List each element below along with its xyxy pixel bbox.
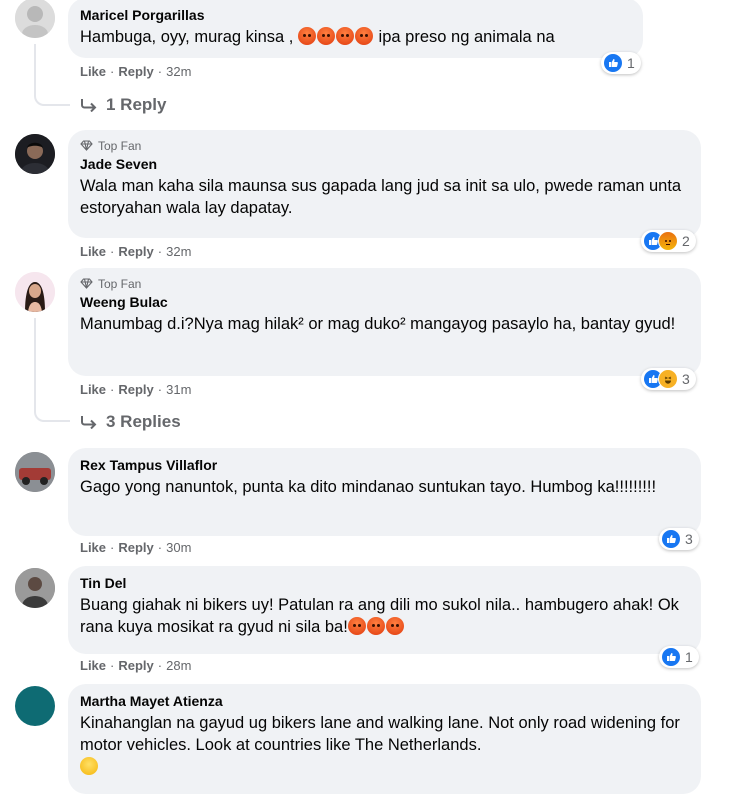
comment-text-after: ipa preso ng animala na <box>373 28 555 46</box>
thread-line <box>34 318 36 408</box>
top-fan-badge: Top Fan <box>80 276 689 291</box>
diamond-icon <box>80 278 93 289</box>
comment-bubble: Tin Del Buang giahak ni bikers uy! Patul… <box>68 566 701 654</box>
reply-button[interactable]: Reply <box>118 382 153 397</box>
like-button[interactable]: Like <box>80 244 106 259</box>
thread-curve <box>34 90 70 106</box>
angry-emoji-icon <box>348 617 367 635</box>
angry-emoji-icon <box>367 617 386 635</box>
top-fan-label: Top Fan <box>98 138 142 153</box>
like-button[interactable]: Like <box>80 382 106 397</box>
timestamp[interactable]: 32m <box>166 244 191 259</box>
comment-bubble: Martha Mayet Atienza Kinahanglan na gayu… <box>68 684 701 794</box>
angry-emoji-icon <box>355 27 374 45</box>
reply-arrow-icon <box>81 416 97 429</box>
angry-emoji-icon <box>317 27 336 45</box>
wink-emoji-icon <box>80 757 98 775</box>
comment-actions: Like · Reply · 31m <box>80 382 191 397</box>
angry-emoji-icon <box>386 617 405 635</box>
view-replies-link[interactable]: 3 Replies <box>80 412 181 432</box>
comment-text: Buang giahak ni bikers uy! Patulan ra an… <box>80 594 689 638</box>
view-replies-link[interactable]: 1 Reply <box>80 95 166 115</box>
avatar[interactable] <box>15 452 55 492</box>
comment-bubble: Maricel Porgarillas Hambuga, oyy, murag … <box>68 0 643 58</box>
comment-bubble: Top Fan Jade Seven Wala man kaha sila ma… <box>68 130 701 238</box>
comment-text: Gago yong nanuntok, punta ka dito mindan… <box>80 478 657 496</box>
comment-author[interactable]: Weeng Bulac <box>80 293 689 311</box>
comment-text: Hambuga, oyy, murag kinsa , ipa preso ng… <box>80 26 631 48</box>
diamond-icon <box>80 140 93 151</box>
reaction-summary[interactable]: 3 <box>659 528 699 550</box>
separator: · <box>110 658 115 673</box>
angry-reaction-icon <box>658 231 678 251</box>
avatar[interactable] <box>15 272 55 312</box>
reply-arrow-icon <box>81 99 97 112</box>
comment-author[interactable]: Tin Del <box>80 574 689 592</box>
comment-text-before: Hambuga, oyy, murag kinsa , <box>80 28 294 46</box>
like-reaction-icon <box>661 647 681 667</box>
timestamp[interactable]: 28m <box>166 658 191 673</box>
comment-text: Wala man kaha sila maunsa sus gapada lan… <box>80 177 682 217</box>
separator: · <box>157 658 163 673</box>
timestamp[interactable]: 32m <box>166 64 191 79</box>
thread-curve <box>34 406 70 422</box>
timestamp[interactable]: 30m <box>166 540 191 555</box>
comment-text: Kinahanglan na gayud ug bikers lane and … <box>80 712 689 778</box>
angry-emoji-icon <box>336 27 355 45</box>
separator: · <box>110 244 115 259</box>
thread-line <box>34 44 36 90</box>
comment-actions: Like · Reply · 32m <box>80 244 191 259</box>
reply-button[interactable]: Reply <box>118 658 153 673</box>
reaction-summary[interactable]: 2 <box>641 230 696 252</box>
reaction-count: 2 <box>682 233 690 249</box>
comment-author[interactable]: Rex Tampus Villaflor <box>80 456 689 474</box>
reaction-count: 1 <box>627 55 635 71</box>
comment-actions: Like · Reply · 32m <box>80 64 191 79</box>
reply-button[interactable]: Reply <box>118 540 153 555</box>
like-button[interactable]: Like <box>80 658 106 673</box>
comment-text-body: Kinahanglan na gayud ug bikers lane and … <box>80 714 680 754</box>
reaction-count: 3 <box>685 531 693 547</box>
angry-emoji-icon <box>298 27 317 45</box>
separator: · <box>110 64 115 79</box>
reaction-summary[interactable]: 1 <box>601 52 641 74</box>
separator: · <box>110 540 115 555</box>
timestamp[interactable]: 31m <box>166 382 191 397</box>
comment-author[interactable]: Maricel Porgarillas <box>80 6 631 24</box>
separator: · <box>157 540 163 555</box>
reply-button[interactable]: Reply <box>118 64 153 79</box>
reaction-summary[interactable]: 3 <box>641 368 696 390</box>
haha-reaction-icon <box>658 369 678 389</box>
like-reaction-icon <box>603 53 623 73</box>
like-button[interactable]: Like <box>80 64 106 79</box>
comment-author[interactable]: Jade Seven <box>80 155 689 173</box>
separator: · <box>157 64 163 79</box>
comment-bubble: Rex Tampus Villaflor Gago yong nanuntok,… <box>68 448 701 536</box>
replies-count: 3 Replies <box>106 412 181 431</box>
separator: · <box>110 382 115 397</box>
comment-actions: Like · Reply · 28m <box>80 658 191 673</box>
separator: · <box>157 244 163 259</box>
reaction-summary[interactable]: 1 <box>659 646 699 668</box>
avatar[interactable] <box>15 568 55 608</box>
reaction-count: 3 <box>682 371 690 387</box>
replies-count: 1 Reply <box>106 95 167 114</box>
reaction-count: 1 <box>685 649 693 665</box>
top-fan-badge: Top Fan <box>80 138 689 153</box>
avatar[interactable] <box>15 0 55 38</box>
like-button[interactable]: Like <box>80 540 106 555</box>
avatar[interactable] <box>15 686 55 726</box>
comment-actions: Like · Reply · 30m <box>80 540 191 555</box>
reply-button[interactable]: Reply <box>118 244 153 259</box>
comment-author[interactable]: Martha Mayet Atienza <box>80 692 689 710</box>
top-fan-label: Top Fan <box>98 276 142 291</box>
avatar[interactable] <box>15 134 55 174</box>
like-reaction-icon <box>661 529 681 549</box>
separator: · <box>157 382 163 397</box>
comment-text: Manumbag d.i?Nya mag hilak² or mag duko²… <box>80 315 676 333</box>
comment-bubble: Top Fan Weeng Bulac Manumbag d.i?Nya mag… <box>68 268 701 376</box>
